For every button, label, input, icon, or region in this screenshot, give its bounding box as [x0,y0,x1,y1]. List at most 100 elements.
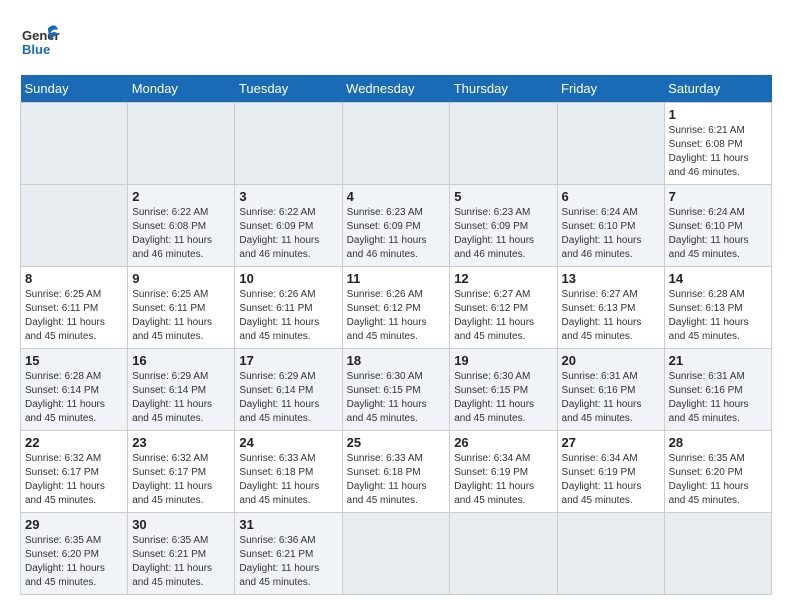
day-number: 10 [239,271,337,286]
day-info: Sunrise: 6:32 AMSunset: 6:17 PMDaylight:… [132,453,212,506]
day-info: Sunrise: 6:26 AMSunset: 6:11 PMDaylight:… [239,289,319,342]
day-number: 25 [347,435,446,450]
day-of-week-header: Sunday [21,75,128,103]
calendar-day: 17Sunrise: 6:29 AMSunset: 6:14 PMDayligh… [235,349,342,431]
calendar-day: 10 Sunrise: 6:26 AMSunset: 6:11 PMDayligh… [235,267,342,349]
empty-cell [342,103,450,185]
day-number: 29 [25,517,123,532]
day-info: Sunrise: 6:35 AMSunset: 6:20 PMDaylight:… [25,535,105,588]
calendar-day: 12Sunrise: 6:27 AMSunset: 6:12 PMDayligh… [450,267,557,349]
day-info: Sunrise: 6:22 AMSunset: 6:08 PMDaylight:… [132,207,212,260]
day-number: 7 [669,189,767,204]
day-number: 31 [239,517,337,532]
day-info: Sunrise: 6:36 AMSunset: 6:21 PMDaylight:… [239,535,319,588]
calendar-day: 28Sunrise: 6:35 AMSunset: 6:20 PMDayligh… [664,431,771,513]
day-number: 20 [562,353,660,368]
day-info: Sunrise: 6:33 AMSunset: 6:18 PMDaylight:… [347,453,427,506]
calendar-day: 2Sunrise: 6:22 AMSunset: 6:08 PMDaylight… [128,185,235,267]
empty-cell [450,103,557,185]
day-info: Sunrise: 6:23 AMSunset: 6:09 PMDaylight:… [347,207,427,260]
calendar-day: 23 Sunrise: 6:32 AMSunset: 6:17 PMDayligh… [128,431,235,513]
day-number: 4 [347,189,446,204]
day-number: 8 [25,271,123,286]
calendar-day: 18Sunrise: 6:30 AMSunset: 6:15 PMDayligh… [342,349,450,431]
calendar-day: 24 Sunrise: 6:33 AMSunset: 6:18 PMDayligh… [235,431,342,513]
calendar-day: 7 Sunrise: 6:24 AMSunset: 6:10 PMDaylight… [664,185,771,267]
day-info: Sunrise: 6:22 AMSunset: 6:09 PMDaylight:… [239,207,319,260]
day-of-week-header: Wednesday [342,75,450,103]
day-info: Sunrise: 6:27 AMSunset: 6:13 PMDaylight:… [562,289,642,342]
day-number: 6 [562,189,660,204]
calendar-day: 5 Sunrise: 6:23 AMSunset: 6:09 PMDaylight… [450,185,557,267]
calendar-day: 9 Sunrise: 6:25 AMSunset: 6:11 PMDaylight… [128,267,235,349]
day-of-week-header: Friday [557,75,664,103]
day-info: Sunrise: 6:21 AMSunset: 6:08 PMDaylight:… [669,125,749,178]
calendar-day: 16Sunrise: 6:29 AMSunset: 6:14 PMDayligh… [128,349,235,431]
day-info: Sunrise: 6:32 AMSunset: 6:17 PMDaylight:… [25,453,105,506]
day-number: 12 [454,271,552,286]
day-info: Sunrise: 6:23 AMSunset: 6:09 PMDaylight:… [454,207,534,260]
calendar-day: 4 Sunrise: 6:23 AMSunset: 6:09 PMDaylight… [342,185,450,267]
day-number: 16 [132,353,230,368]
day-info: Sunrise: 6:30 AMSunset: 6:15 PMDaylight:… [347,371,427,424]
calendar-day: 13 Sunrise: 6:27 AMSunset: 6:13 PMDayligh… [557,267,664,349]
day-number: 24 [239,435,337,450]
day-info: Sunrise: 6:30 AMSunset: 6:15 PMDaylight:… [454,371,534,424]
calendar-day: 8 Sunrise: 6:25 AMSunset: 6:11 PMDaylight… [21,267,128,349]
day-info: Sunrise: 6:24 AMSunset: 6:10 PMDaylight:… [562,207,642,260]
calendar-day: 6 Sunrise: 6:24 AMSunset: 6:10 PMDaylight… [557,185,664,267]
day-number: 5 [454,189,552,204]
calendar-day: 27 Sunrise: 6:34 AMSunset: 6:19 PMDayligh… [557,431,664,513]
calendar-day: 3Sunrise: 6:22 AMSunset: 6:09 PMDaylight… [235,185,342,267]
calendar-day: 19 Sunrise: 6:30 AMSunset: 6:15 PMDayligh… [450,349,557,431]
day-info: Sunrise: 6:31 AMSunset: 6:16 PMDaylight:… [669,371,749,424]
calendar-day: 29 Sunrise: 6:35 AMSunset: 6:20 PMDayligh… [21,513,128,595]
day-number: 1 [669,107,767,122]
calendar-day [664,513,771,595]
calendar-table: SundayMondayTuesdayWednesdayThursdayFrid… [20,75,772,595]
calendar-day: 15 Sunrise: 6:28 AMSunset: 6:14 PMDayligh… [21,349,128,431]
calendar-day: 20 Sunrise: 6:31 AMSunset: 6:16 PMDayligh… [557,349,664,431]
day-number: 21 [669,353,767,368]
calendar-day [557,513,664,595]
calendar-day: 30Sunrise: 6:35 AMSunset: 6:21 PMDayligh… [128,513,235,595]
day-number: 17 [239,353,337,368]
calendar-header: SundayMondayTuesdayWednesdayThursdayFrid… [21,75,772,103]
page-header: General Blue [20,20,772,65]
logo: General Blue [20,20,60,65]
calendar-day: 22 Sunrise: 6:32 AMSunset: 6:17 PMDayligh… [21,431,128,513]
day-info: Sunrise: 6:25 AMSunset: 6:11 PMDaylight:… [25,289,105,342]
day-info: Sunrise: 6:31 AMSunset: 6:16 PMDaylight:… [562,371,642,424]
day-info: Sunrise: 6:34 AMSunset: 6:19 PMDaylight:… [454,453,534,506]
day-info: Sunrise: 6:25 AMSunset: 6:11 PMDaylight:… [132,289,212,342]
calendar-day: 21 Sunrise: 6:31 AMSunset: 6:16 PMDayligh… [664,349,771,431]
day-number: 27 [562,435,660,450]
empty-cell [128,103,235,185]
day-number: 26 [454,435,552,450]
day-number: 19 [454,353,552,368]
day-number: 13 [562,271,660,286]
day-info: Sunrise: 6:34 AMSunset: 6:19 PMDaylight:… [562,453,642,506]
calendar-day: 25 Sunrise: 6:33 AMSunset: 6:18 PMDayligh… [342,431,450,513]
day-number: 23 [132,435,230,450]
logo-icon: General Blue [20,20,60,60]
day-number: 14 [669,271,767,286]
day-info: Sunrise: 6:33 AMSunset: 6:18 PMDaylight:… [239,453,319,506]
calendar-day: 1 Sunrise: 6:21 AMSunset: 6:08 PMDaylight… [664,103,771,185]
day-number: 9 [132,271,230,286]
day-info: Sunrise: 6:26 AMSunset: 6:12 PMDaylight:… [347,289,427,342]
day-number: 22 [25,435,123,450]
day-of-week-header: Saturday [664,75,771,103]
day-info: Sunrise: 6:35 AMSunset: 6:20 PMDaylight:… [669,453,749,506]
calendar-day: 31 Sunrise: 6:36 AMSunset: 6:21 PMDayligh… [235,513,342,595]
day-info: Sunrise: 6:24 AMSunset: 6:10 PMDaylight:… [669,207,749,260]
calendar-body: 1 Sunrise: 6:21 AMSunset: 6:08 PMDaylight… [21,103,772,595]
day-of-week-header: Thursday [450,75,557,103]
day-number: 15 [25,353,123,368]
day-of-week-header: Tuesday [235,75,342,103]
empty-cell [21,185,128,267]
empty-cell [557,103,664,185]
day-number: 11 [347,271,446,286]
calendar-day [450,513,557,595]
day-info: Sunrise: 6:28 AMSunset: 6:14 PMDaylight:… [25,371,105,424]
